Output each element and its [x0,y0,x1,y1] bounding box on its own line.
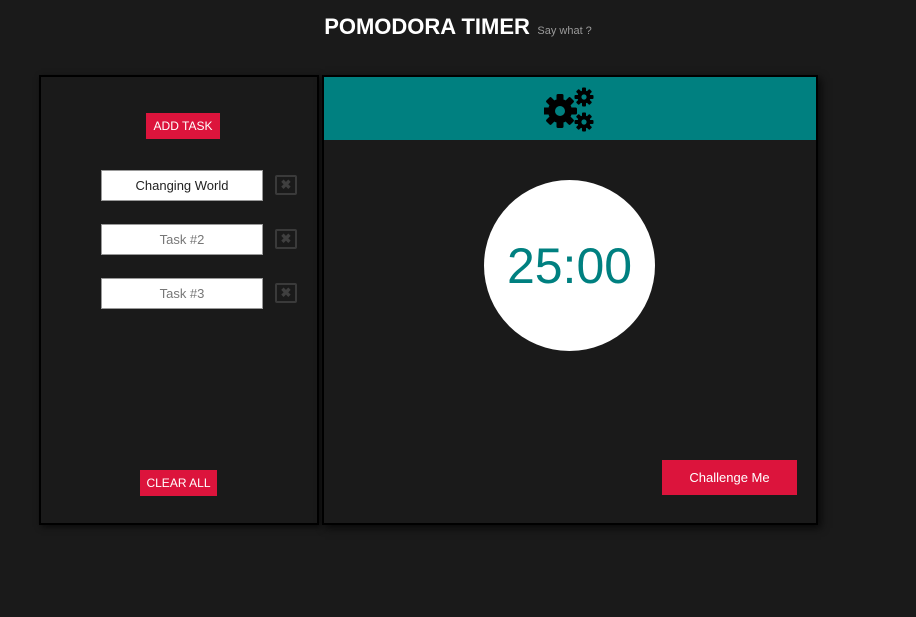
gears-icon[interactable] [544,87,596,133]
page-header: POMODORA TIMER Say what ? [0,14,916,40]
task-panel: ADD TASK ✖ ✖ ✖ CLEAR ALL [39,75,319,525]
task-row: ✖ [101,278,301,310]
challenge-me-button[interactable]: Challenge Me [662,460,797,495]
task-row: ✖ [101,170,301,202]
task-input-3[interactable] [101,278,263,309]
task-input-1[interactable] [101,170,263,201]
timer-display: 25:00 [506,237,633,294]
delete-task-button[interactable]: ✖ [275,283,297,303]
page-subtitle: Say what ? [537,25,592,37]
task-input-2[interactable] [101,224,263,255]
page-title: POMODORA TIMER [324,14,530,39]
task-row: ✖ [101,224,301,256]
delete-task-button[interactable]: ✖ [275,175,297,195]
timer-clock: 25:00 [484,180,655,351]
delete-task-button[interactable]: ✖ [275,229,297,249]
timer-panel: 25:00 Challenge Me [322,75,818,525]
add-task-button[interactable]: ADD TASK [146,113,220,139]
timer-header [324,77,816,140]
clear-all-button[interactable]: CLEAR ALL [140,470,217,496]
